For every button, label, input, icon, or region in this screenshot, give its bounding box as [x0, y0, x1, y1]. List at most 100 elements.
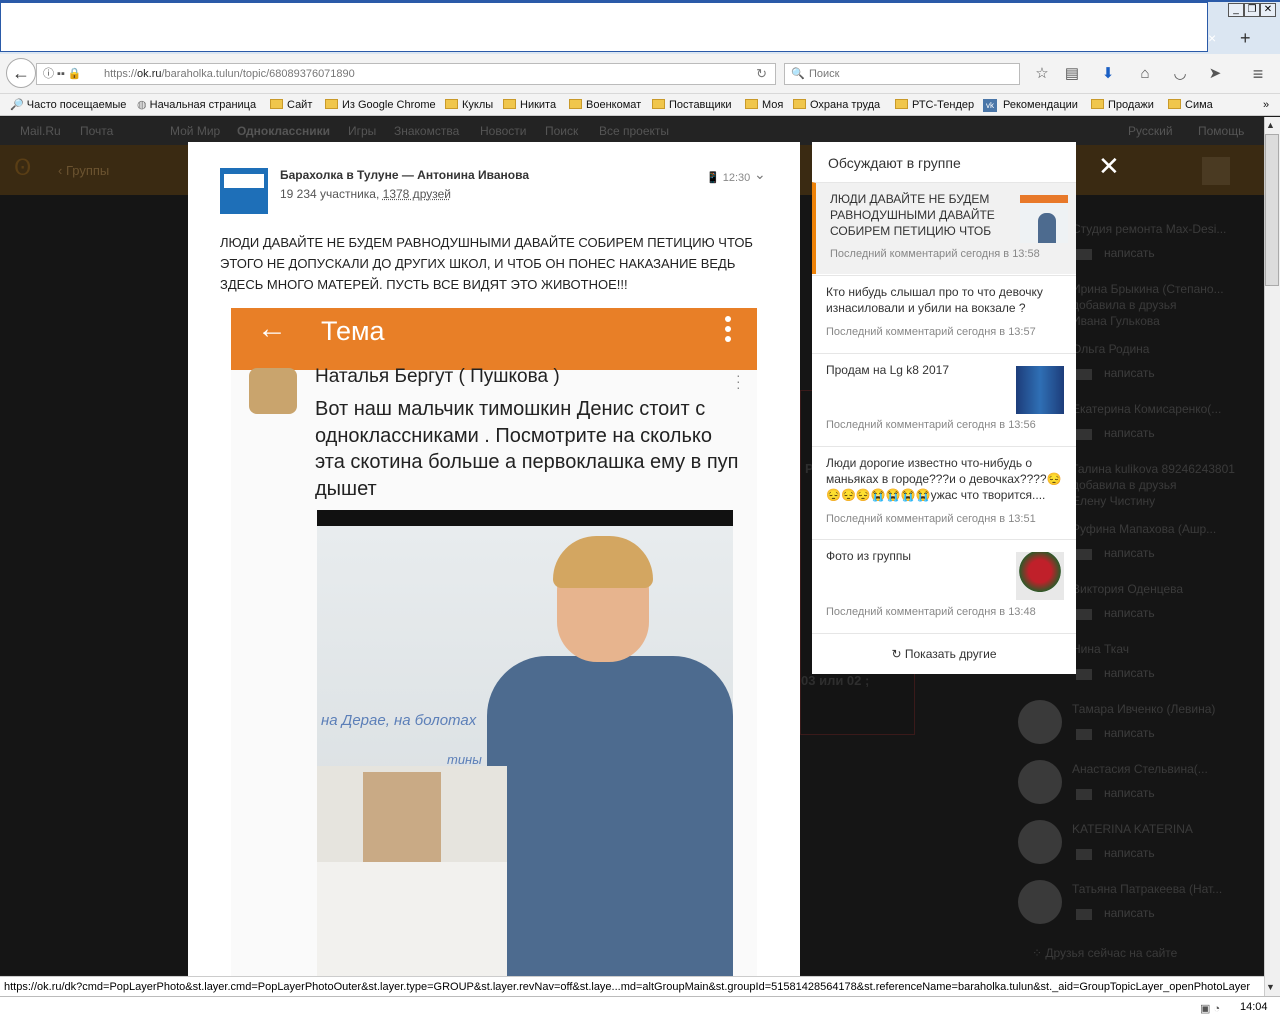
portal-link[interactable]: Одноклассники [237, 117, 330, 145]
chevron-down-icon[interactable]: ⌄ [754, 166, 766, 183]
portal-link[interactable]: Новости [480, 117, 526, 145]
friend-name[interactable]: Виктория Оденцева [1072, 582, 1183, 596]
bookmark-folder[interactable]: РТС-Тендер [895, 94, 974, 115]
bookmark-folder[interactable]: Охрана труда [793, 94, 880, 115]
close-icon[interactable]: ✕ [1098, 152, 1120, 180]
user-avatar[interactable] [1202, 157, 1230, 185]
bookmark-folder[interactable]: Никита [503, 94, 556, 115]
back-button[interactable]: ← [6, 58, 36, 88]
friend-name[interactable]: Студия ремонта Max-Desi... [1072, 222, 1226, 236]
home-icon[interactable]: ⌂ [1135, 64, 1155, 84]
bookmark-folder[interactable]: Куклы [445, 94, 493, 115]
write-link[interactable]: написать [1104, 246, 1155, 260]
group-logo[interactable] [220, 168, 268, 214]
bookmark-folder[interactable]: Сайт [270, 94, 312, 115]
bookmark-folder[interactable]: Из Google Chrome [325, 94, 436, 115]
help-link[interactable]: Помощь [1198, 117, 1244, 145]
friend-name[interactable]: Ольга Родина [1072, 342, 1149, 356]
discussion-item[interactable]: Люди дорогие известно что-нибудь о манья… [812, 446, 1076, 539]
write-link[interactable]: написать [1104, 726, 1155, 740]
friend-name[interactable]: Ирина Брыкина (Степано... [1072, 282, 1224, 296]
friend-name[interactable]: Галина kulikova 89246243801 [1072, 462, 1235, 476]
bookmark-folder[interactable]: Сима [1168, 94, 1213, 115]
new-tab-icon[interactable]: + [1240, 28, 1251, 49]
language-link[interactable]: Русский [1128, 117, 1173, 145]
close-window-icon[interactable]: ✕ [1260, 3, 1276, 17]
comment-more-icon: · · · [736, 367, 741, 395]
bookmark-folder[interactable]: Продажи [1091, 94, 1154, 115]
write-link[interactable]: написать [1104, 666, 1155, 680]
tab-close-icon[interactable]: × [1208, 30, 1216, 46]
bookmark-folder[interactable]: Военкомат [569, 94, 641, 115]
group-title[interactable]: Барахолка в Тулуне — Антонина Иванова [280, 168, 529, 182]
write-link[interactable]: написать [1104, 366, 1155, 380]
write-link[interactable]: написать [1104, 786, 1155, 800]
friend-name[interactable]: KATERINA KATERINA [1072, 822, 1193, 836]
discussion-item[interactable]: Кто нибудь слышал про то что девочку изн… [812, 275, 1076, 353]
write-link[interactable]: написать [1104, 906, 1155, 920]
ok-logo-icon[interactable]: Ꙩ [14, 155, 31, 181]
system-clock: 14:04 [1240, 1001, 1268, 1013]
online-friends-link[interactable]: ⁘ Друзья сейчас на сайте [1032, 946, 1177, 960]
reload-icon[interactable]: ↻ [756, 64, 767, 84]
portal-link[interactable]: Почта [80, 117, 113, 145]
download-icon[interactable]: ⬇ [1098, 64, 1118, 84]
activity-target[interactable]: Ивана Гулькова [1072, 314, 1160, 328]
search-bar[interactable]: 🔍 Поиск [784, 63, 1020, 85]
scroll-down-icon[interactable]: ▼ [1266, 982, 1275, 992]
portal-link[interactable]: Мой Мир [170, 117, 220, 145]
bookmark-folder[interactable]: Моя [745, 94, 783, 115]
reading-list-icon[interactable]: ▤ [1062, 64, 1082, 84]
menu-icon[interactable]: ≡ [1248, 64, 1268, 84]
send-icon[interactable]: ➤ [1205, 64, 1225, 84]
pocket-icon[interactable]: ◡ [1170, 64, 1190, 84]
folder-icon [270, 99, 283, 109]
restore-icon[interactable]: ❐ [1244, 3, 1260, 17]
write-link[interactable]: написать [1104, 546, 1155, 560]
portal-link[interactable]: Все проекты [599, 117, 669, 145]
bookmark-star-icon[interactable]: ☆ [1032, 64, 1052, 84]
bookmarks-overflow[interactable]: » [1263, 94, 1269, 115]
friend-name[interactable]: Руфина Мапахова (Ашр... [1072, 522, 1216, 536]
friend-name[interactable]: Нина Ткач [1072, 642, 1129, 656]
site-info-icon[interactable]: ⓘ ▪▪ 🔒 [43, 64, 82, 84]
friend-avatar[interactable] [1018, 880, 1062, 924]
message-icon [1076, 909, 1092, 920]
friend-avatar[interactable] [1018, 820, 1062, 864]
friend-name[interactable]: Анастасия Стельвина(... [1072, 762, 1208, 776]
friend-name[interactable]: Екатерина Комисаренко(... [1072, 402, 1221, 416]
message-icon [1076, 609, 1092, 620]
portal-link[interactable]: Mail.Ru [20, 117, 61, 145]
bookmark-vk[interactable]: vk Рекомендации [983, 94, 1078, 115]
friend-avatar[interactable] [1018, 700, 1062, 744]
portal-link[interactable]: Знакомства [394, 117, 459, 145]
board-writing: на Дерае, на болотах [321, 712, 477, 729]
show-more-button[interactable]: ↻ Показать другие [812, 633, 1076, 673]
discussion-item[interactable]: ЛЮДИ ДАВАЙТЕ НЕ БУДЕМ РАВНОДУШНЫМИ ДАВАЙ… [812, 182, 1076, 274]
discussion-item[interactable]: Продам на Lg k8 2017 Последний комментар… [812, 353, 1076, 446]
friends-link[interactable]: 1378 друзей [383, 187, 451, 201]
folder-icon [503, 99, 516, 109]
minimize-icon[interactable]: _ [1228, 3, 1244, 17]
write-link[interactable]: написать [1104, 426, 1155, 440]
write-link[interactable]: написать [1104, 606, 1155, 620]
scrollbar-thumb[interactable] [1265, 134, 1279, 286]
discussion-item[interactable]: Фото из группы Последний комментарий сег… [812, 539, 1076, 633]
tray-icons[interactable]: ▣ ◔ [1200, 1002, 1220, 1015]
address-bar[interactable]: ⓘ ▪▪ 🔒 https://ok.ru/baraholka.tulun/top… [36, 63, 776, 85]
activity-text: добавила в друзья [1072, 298, 1177, 312]
write-link[interactable]: написать [1104, 846, 1155, 860]
friend-avatar[interactable] [1018, 760, 1062, 804]
bookmark-most-visited[interactable]: 🔎 Часто посещаемые [10, 94, 126, 115]
friend-name[interactable]: Татьяна Патракеева (Нат... [1072, 882, 1222, 896]
portal-link[interactable]: Игры [348, 117, 376, 145]
bookmark-home-page[interactable]: ◍ Начальная страница [137, 94, 256, 115]
groups-back-link[interactable]: ‹ Группы [58, 163, 109, 178]
bookmark-folder[interactable]: Поставщики [652, 94, 732, 115]
tab-strip[interactable] [0, 2, 1208, 52]
discussion-thumbnail [1020, 195, 1068, 243]
portal-link[interactable]: Поиск [545, 117, 578, 145]
activity-target[interactable]: Елену Чистину [1072, 494, 1155, 508]
friend-name[interactable]: Тамара Ивченко (Левина) [1072, 702, 1215, 716]
scroll-up-icon[interactable]: ▲ [1266, 120, 1275, 130]
